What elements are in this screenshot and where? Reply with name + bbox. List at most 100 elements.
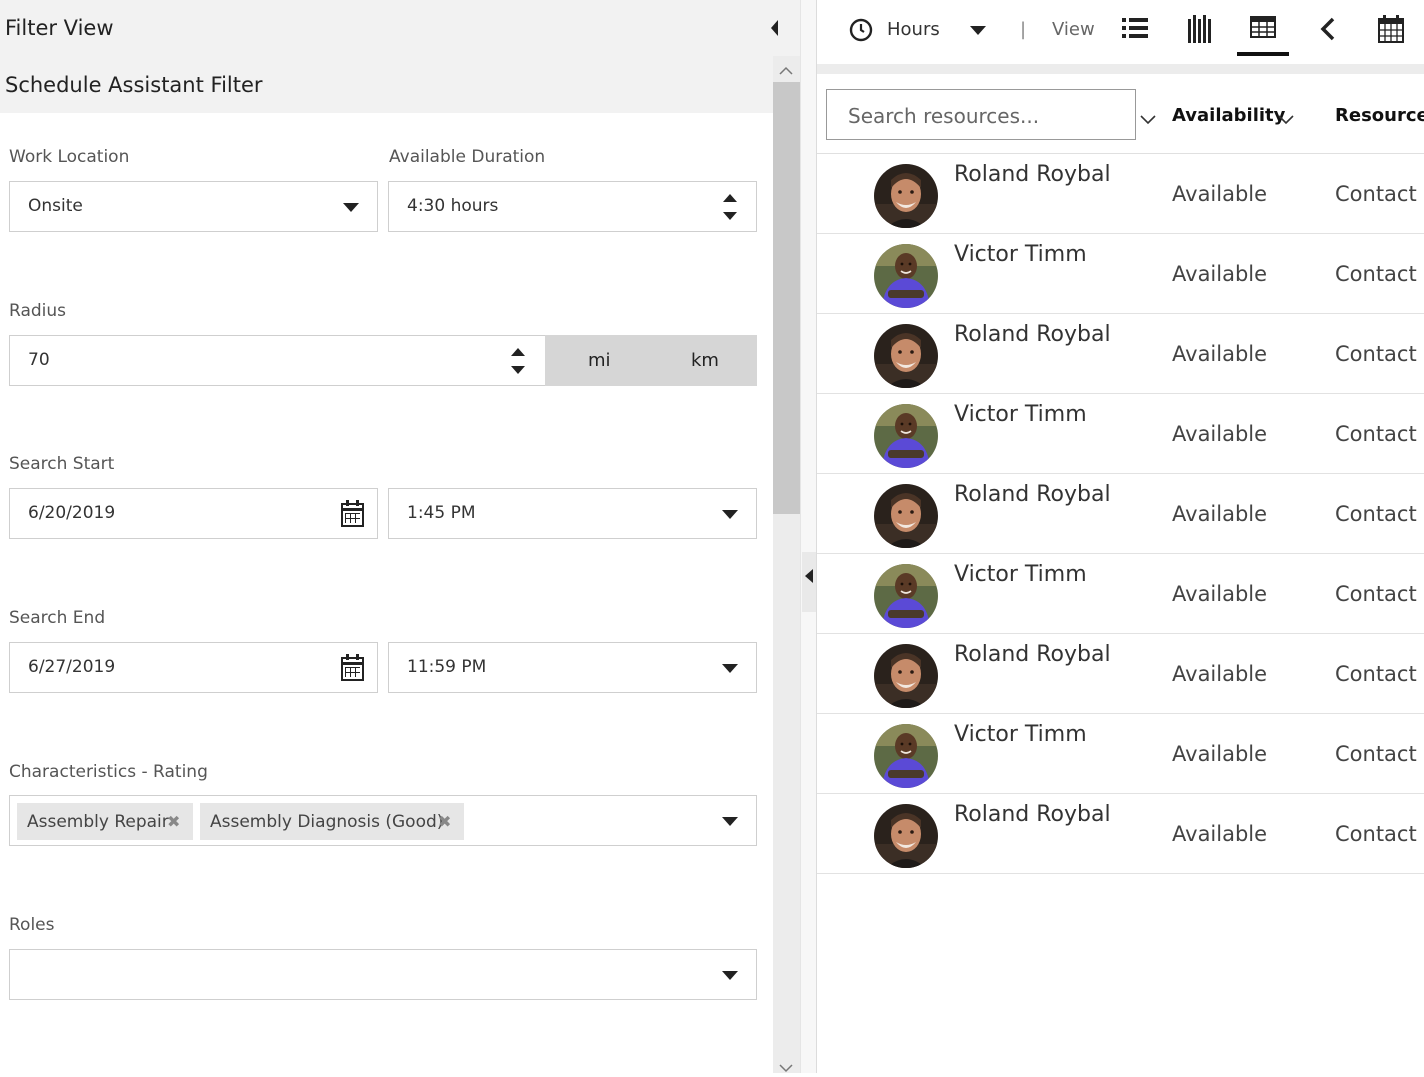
clock-icon [849,18,873,46]
search-start-time: 1:45 PM [407,503,476,523]
list-view-icon[interactable] [1122,16,1148,44]
search-placeholder: Search resources... [848,104,1040,128]
hours-label[interactable]: Hours [887,19,940,40]
chevron-down-icon [722,664,738,673]
search-resources-input[interactable]: Search resources... [826,89,1136,140]
chevron-down-icon[interactable] [1140,110,1156,129]
roles-label: Roles [9,915,55,935]
resource-name[interactable]: Victor Timm [954,402,1087,427]
filter-header: Filter View [0,0,800,56]
available-duration-stepper[interactable]: 4:30 hours [388,181,757,232]
schedule-assistant-header: Schedule Assistant Filter [0,56,773,113]
resource-row[interactable]: Victor Timm Available Contact [817,554,1424,634]
search-end-time: 11:59 PM [407,657,487,677]
resource-type-cell: Contact [1335,502,1417,526]
resource-row[interactable]: Roland Roybal Available Contact [817,474,1424,554]
filter-pane: Filter View Schedule Assistant Filter Wo… [0,0,800,1073]
characteristic-tag: Assembly Repair ✖ [17,803,193,840]
spinner-icon[interactable] [723,194,737,220]
work-location-value: Onsite [28,196,83,216]
avatar [874,804,938,868]
section-title: Schedule Assistant Filter [5,73,263,97]
toolbar-separator-bar [817,64,1424,74]
availability-cell: Available [1172,342,1268,366]
resource-type-cell: Contact [1335,262,1417,286]
resource-name[interactable]: Roland Roybal [954,482,1111,507]
work-location-select[interactable]: Onsite [9,181,378,232]
toolbar: Hours | View [817,0,1424,64]
unit-km-button[interactable]: km [691,350,719,371]
radius-value: 70 [28,350,50,370]
remove-tag-icon[interactable]: ✖ [438,812,451,831]
scrollbar-thumb[interactable] [773,82,800,514]
chevron-down-icon [343,203,359,212]
avatar [874,724,938,788]
resource-type-cell: Contact [1335,822,1417,846]
availability-cell: Available [1172,742,1268,766]
avatar [874,244,938,308]
resource-name[interactable]: Roland Roybal [954,802,1111,827]
search-start-date-field[interactable]: 6/20/2019 [9,488,378,539]
scroll-down-icon[interactable] [779,1058,793,1077]
avatar [874,324,938,388]
chevron-down-icon [722,817,738,826]
resource-type-cell: Contact [1335,342,1417,366]
availability-column-header[interactable]: Availability [1172,105,1285,126]
resource-type-cell: Contact [1335,582,1417,606]
chevron-down-icon [722,510,738,519]
search-end-time-select[interactable]: 11:59 PM [388,642,757,693]
chevron-down-icon [722,971,738,980]
search-start-label: Search Start [9,454,115,474]
resource-name[interactable]: Roland Roybal [954,162,1111,187]
resource-type-cell: Contact [1335,182,1417,206]
resource-name[interactable]: Roland Roybal [954,642,1111,667]
resource-row[interactable]: Victor Timm Available Contact [817,714,1424,794]
columns-view-icon[interactable] [1188,15,1212,47]
availability-cell: Available [1172,422,1268,446]
resource-row[interactable]: Victor Timm Available Contact [817,394,1424,474]
resource-type-column-header[interactable]: Resource T [1335,105,1424,126]
resource-name[interactable]: Victor Timm [954,562,1087,587]
roles-select[interactable] [9,949,757,1000]
spinner-icon[interactable] [511,348,525,374]
toolbar-separator: | [1020,19,1027,40]
search-end-date-field[interactable]: 6/27/2019 [9,642,378,693]
radius-input[interactable]: 70 [9,335,546,386]
filter-title: Filter View [5,16,114,40]
tag-label: Assembly Repair [27,812,169,832]
work-location-label: Work Location [9,147,130,167]
resource-row[interactable]: Roland Roybal Available Contact [817,154,1424,234]
collapse-left-icon[interactable] [768,18,782,38]
radius-label: Radius [9,301,67,321]
unit-mi-button[interactable]: mi [588,350,611,371]
pane-divider[interactable] [800,0,817,1073]
calendar-icon[interactable] [341,654,364,681]
sort-chevron-icon[interactable] [1278,110,1294,129]
collapse-arrow-icon[interactable] [805,569,813,583]
table-view-icon[interactable] [1250,16,1276,42]
resource-type-cell: Contact [1335,742,1417,766]
resource-name[interactable]: Victor Timm [954,722,1087,747]
search-start-time-select[interactable]: 1:45 PM [388,488,757,539]
scroll-up-icon[interactable] [779,60,793,79]
chevron-left-icon[interactable] [1320,17,1336,45]
resource-row[interactable]: Roland Roybal Available Contact [817,794,1424,874]
remove-tag-icon[interactable]: ✖ [167,812,180,831]
resource-row[interactable]: Roland Roybal Available Contact [817,634,1424,714]
available-duration-label: Available Duration [389,147,546,167]
resource-name[interactable]: Roland Roybal [954,322,1111,347]
availability-cell: Available [1172,182,1268,206]
availability-cell: Available [1172,822,1268,846]
avatar [874,164,938,228]
resource-row[interactable]: Victor Timm Available Contact [817,234,1424,314]
availability-cell: Available [1172,662,1268,686]
resource-row[interactable]: Roland Roybal Available Contact [817,314,1424,394]
calendar-icon[interactable] [1378,15,1404,47]
hours-dropdown-icon[interactable] [970,26,986,35]
search-end-date: 6/27/2019 [28,657,116,677]
calendar-icon[interactable] [341,500,364,527]
resource-name[interactable]: Victor Timm [954,242,1087,267]
search-start-date: 6/20/2019 [28,503,116,523]
availability-cell: Available [1172,582,1268,606]
avatar [874,564,938,628]
